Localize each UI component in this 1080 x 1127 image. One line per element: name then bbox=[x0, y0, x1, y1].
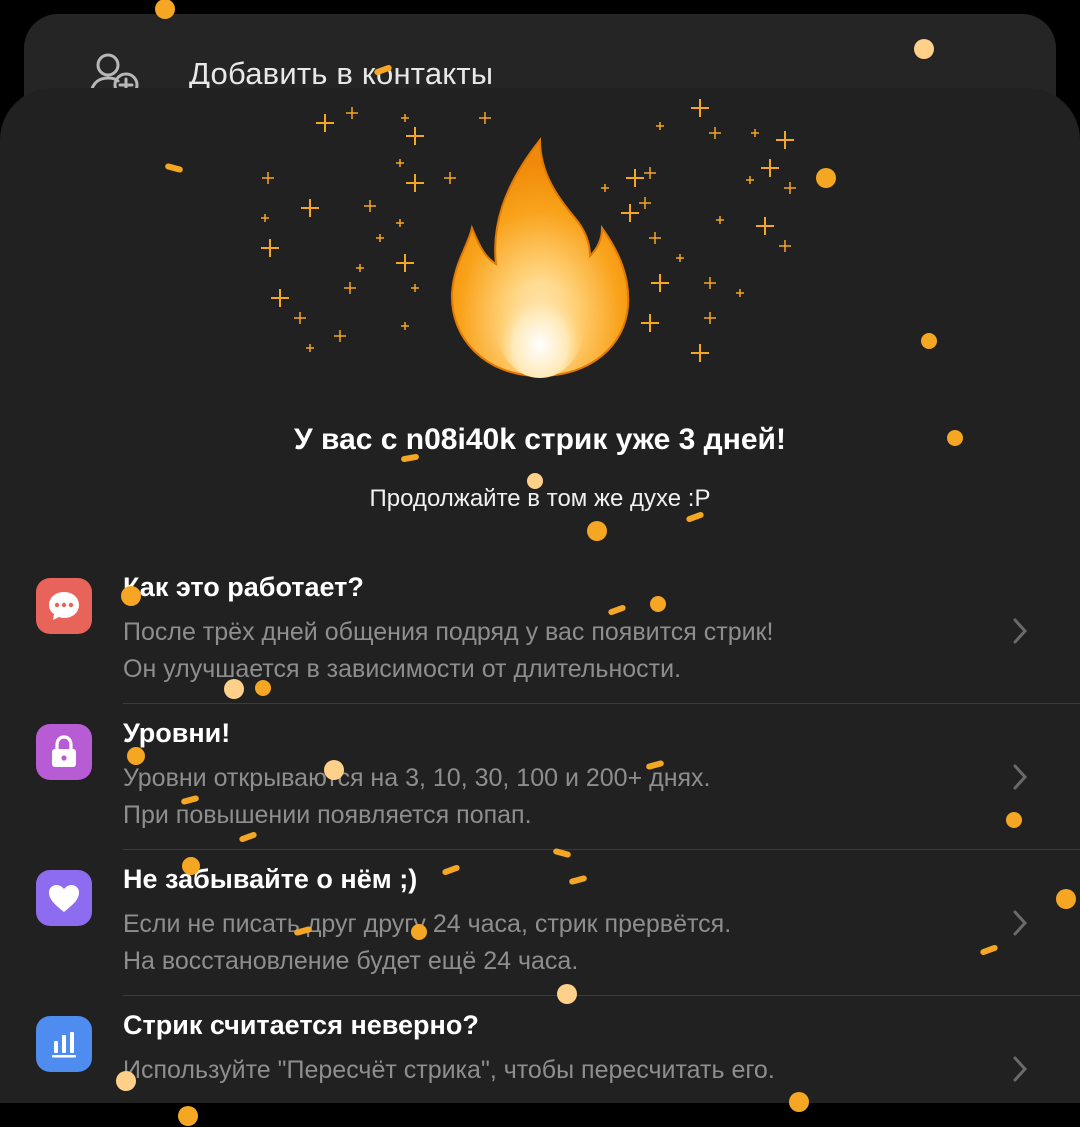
item-description-line: Используйте "Пересчёт стрика", чтобы пер… bbox=[123, 1056, 775, 1084]
fire-icon bbox=[261, 99, 796, 378]
item-description-line: При повышении появляется попап. bbox=[123, 801, 532, 829]
sparkle-icon bbox=[396, 254, 414, 272]
sparkle-icon bbox=[641, 314, 659, 332]
sparkle-icon bbox=[406, 174, 424, 192]
streak-subtitle: Продолжайте в том же духе :P bbox=[369, 485, 711, 512]
item-title: Не забывайте о нём ;) bbox=[123, 864, 418, 894]
sparkle-icon bbox=[344, 282, 356, 294]
sparkle-icon bbox=[656, 122, 664, 130]
heart-icon bbox=[36, 870, 92, 926]
lock-icon bbox=[36, 724, 92, 780]
sparkle-icon bbox=[716, 216, 724, 224]
sparkle-icon bbox=[761, 159, 779, 177]
sparkle-icon bbox=[626, 169, 644, 187]
confetti-dot bbox=[178, 1106, 198, 1126]
sparkle-icon bbox=[746, 176, 754, 184]
sparkle-icon bbox=[779, 240, 791, 252]
sparkle-icon bbox=[691, 344, 709, 362]
chevron-right-icon bbox=[1013, 618, 1028, 644]
sparkle-icon bbox=[601, 184, 609, 192]
item-description-line: На восстановление будет ещё 24 часа. bbox=[123, 947, 579, 975]
sparkle-icon bbox=[401, 114, 409, 122]
sparkle-icon bbox=[406, 127, 424, 145]
sparkle-icon bbox=[376, 234, 384, 242]
sparkle-icon bbox=[396, 159, 404, 167]
sparkle-icon bbox=[776, 131, 794, 149]
item-description-line: Если не писать друг другу 24 часа, стрик… bbox=[123, 910, 732, 938]
sparkle-icon bbox=[621, 204, 639, 222]
sparkle-icon bbox=[784, 182, 796, 194]
item-title: Уровни! bbox=[123, 718, 231, 748]
item-description: После трёх дней общения подряд у вас поя… bbox=[123, 614, 983, 688]
sparkle-icon bbox=[639, 197, 651, 209]
sparkle-icon bbox=[736, 289, 744, 297]
item-title: Как это работает? bbox=[123, 572, 364, 602]
sparkle-icon bbox=[444, 172, 456, 184]
sparkle-icon bbox=[346, 107, 358, 119]
chevron-right-icon bbox=[1013, 1056, 1028, 1082]
sparkle-icon bbox=[262, 172, 274, 184]
item-description: Уровни открываются на 3, 10, 30, 100 и 2… bbox=[123, 760, 983, 834]
sparkle-icon bbox=[651, 274, 669, 292]
chevron-right-icon bbox=[1013, 910, 1028, 936]
sparkle-icon bbox=[364, 200, 376, 212]
list-item-dont-forget[interactable]: Не забывайте о нём ;) Если не писать дру… bbox=[0, 850, 1080, 996]
chevron-right-icon bbox=[1013, 764, 1028, 790]
sparkle-icon bbox=[691, 99, 709, 117]
streak-sheet: У вас с n08i40k стрик уже 3 дней! Продол… bbox=[0, 88, 1080, 1103]
item-description-line: После трёх дней общения подряд у вас поя… bbox=[123, 618, 774, 646]
sparkle-icon bbox=[334, 330, 346, 342]
sparkle-icon bbox=[301, 199, 319, 217]
item-description-line: Он улучшается в зависимости от длительно… bbox=[123, 655, 682, 683]
sparkle-icon bbox=[751, 129, 759, 137]
add-contact-label: Добавить в контакты bbox=[189, 56, 494, 91]
bar-chart-icon bbox=[36, 1016, 92, 1072]
sparkle-icon bbox=[756, 217, 774, 235]
sparkle-icon bbox=[479, 112, 491, 124]
sparkle-icon bbox=[316, 114, 334, 132]
item-description: Используйте "Пересчёт стрика", чтобы пер… bbox=[123, 1052, 983, 1089]
list-item-how-it-works[interactable]: Как это работает? После трёх дней общени… bbox=[0, 558, 1080, 704]
streak-title: У вас с n08i40k стрик уже 3 дней! bbox=[294, 423, 786, 456]
chat-bubble-icon bbox=[36, 578, 92, 634]
sparkle-icon bbox=[704, 312, 716, 324]
sparkle-icon bbox=[401, 322, 409, 330]
item-description: Если не писать друг другу 24 часа, стрик… bbox=[123, 906, 983, 980]
list-item-levels[interactable]: Уровни! Уровни открываются на 3, 10, 30,… bbox=[0, 704, 1080, 850]
sparkle-icon bbox=[261, 214, 269, 222]
sparkle-icon bbox=[644, 167, 656, 179]
sparkle-icon bbox=[396, 219, 404, 227]
sparkle-icon bbox=[709, 127, 721, 139]
sparkle-icon bbox=[676, 254, 684, 262]
item-description-line: Уровни открываются на 3, 10, 30, 100 и 2… bbox=[123, 764, 711, 792]
sparkle-icon bbox=[306, 344, 314, 352]
sparkle-icon bbox=[294, 312, 306, 324]
sparkle-icon bbox=[356, 264, 364, 272]
sparkle-icon bbox=[649, 232, 661, 244]
list-item-recount[interactable]: Стрик считается неверно? Используйте "Пе… bbox=[0, 996, 1080, 1103]
sparkle-icon bbox=[704, 277, 716, 289]
sparkle-icon bbox=[261, 239, 279, 257]
info-list: Как это работает? После трёх дней общени… bbox=[0, 558, 1080, 1103]
item-title: Стрик считается неверно? bbox=[123, 1010, 479, 1040]
sparkle-icon bbox=[411, 284, 419, 292]
sparkle-icon bbox=[271, 289, 289, 307]
